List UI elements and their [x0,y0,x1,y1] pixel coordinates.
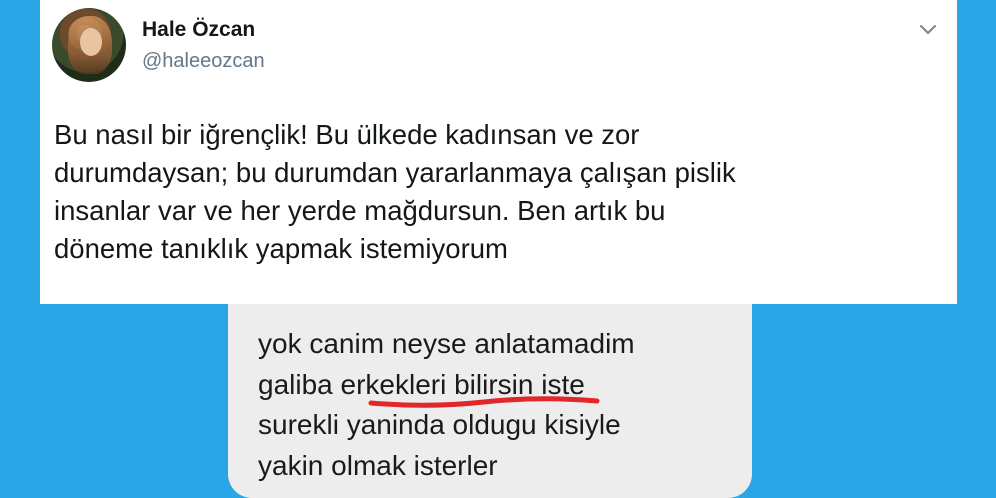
tweet-line: Bu nasıl bir iğrençlik! Bu ülkede kadıns… [54,119,640,150]
message-line: surekli yaninda oldugu kisiyle [258,409,621,440]
tweet-line: durumdaysan; bu durumdan yararlanmaya ça… [54,157,736,188]
tweet-line: döneme tanıklık yapmak istemiyorum [54,233,508,264]
tweet-line: insanlar var ve her yerde mağdursun. Ben… [54,195,666,226]
tweet-text: Bu nasıl bir iğrençlik! Bu ülkede kadıns… [54,116,944,268]
highlight-underline [368,396,600,408]
avatar[interactable] [52,8,126,82]
message-line: yakin olmak isterler [258,449,498,481]
message-bubble: yok canim neyse anlatamadim galiba erkek… [228,304,752,498]
handle[interactable]: @haleeozcan [142,50,265,73]
avatar-face [80,28,102,56]
message-line: yok canim neyse anlatamadim [258,328,635,359]
tweet-card: Hale Özcan @haleeozcan Bu nasıl bir iğre… [40,0,957,304]
chevron-down-icon[interactable] [917,18,939,40]
display-name[interactable]: Hale Özcan [142,18,255,42]
